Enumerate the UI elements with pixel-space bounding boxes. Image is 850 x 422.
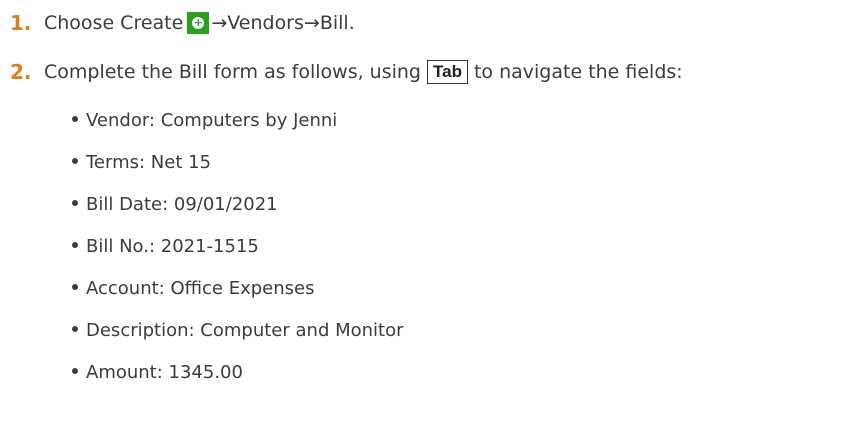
step-text: Complete the Bill form as follows, using — [44, 61, 421, 83]
bullet-icon — [72, 158, 78, 164]
step-text-continued: →Vendors→Bill. — [211, 12, 355, 34]
step-2: 2. Complete the Bill form as follows, us… — [10, 59, 683, 85]
list-item: Amount: 1345.00 — [72, 360, 404, 402]
list-item: Account: Office Expenses — [72, 276, 404, 318]
list-item: Vendor: Computers by Jenni — [72, 108, 404, 150]
list-item-text: Description: Computer and Monitor — [86, 320, 404, 341]
bullet-icon — [72, 200, 78, 206]
bullet-icon — [72, 326, 78, 332]
list-item: Bill Date: 09/01/2021 — [72, 192, 404, 234]
step-number: 2. — [10, 60, 32, 84]
bullet-icon — [72, 116, 78, 122]
step-1: 1. Choose Create →Vendors→Bill. — [10, 10, 355, 36]
list-item: Terms: Net 15 — [72, 150, 404, 192]
list-item-text: Vendor: Computers by Jenni — [86, 110, 338, 131]
list-item-text: Terms: Net 15 — [86, 152, 212, 173]
create-plus-icon — [187, 12, 210, 34]
tab-key: Tab — [427, 60, 468, 84]
step-number: 1. — [10, 11, 32, 35]
bullet-icon — [72, 368, 78, 374]
bill-field-list: Vendor: Computers by Jenni Terms: Net 15… — [72, 108, 404, 402]
step-text: Choose Create — [44, 12, 184, 34]
list-item-text: Account: Office Expenses — [86, 278, 315, 299]
list-item-text: Amount: 1345.00 — [86, 362, 243, 383]
list-item: Description: Computer and Monitor — [72, 318, 404, 360]
list-item-text: Bill Date: 09/01/2021 — [86, 194, 278, 215]
bullet-icon — [72, 242, 78, 248]
list-item-text: Bill No.: 2021-1515 — [86, 236, 259, 257]
list-item: Bill No.: 2021-1515 — [72, 234, 404, 276]
step-text-continued: to navigate the fields: — [473, 61, 683, 83]
bullet-icon — [72, 284, 78, 290]
